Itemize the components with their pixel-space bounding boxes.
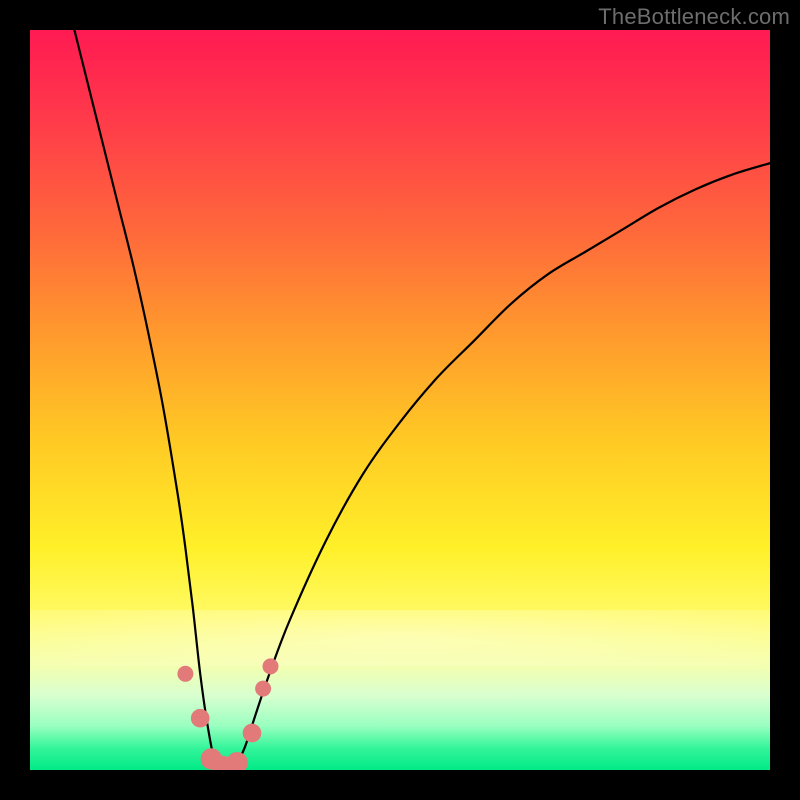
marker-left-lower-dot <box>191 709 210 728</box>
plot-area <box>30 30 770 770</box>
chart-stage: TheBottleneck.com <box>0 0 800 800</box>
marker-left-dot <box>177 666 193 682</box>
bottleneck-curve <box>74 30 770 770</box>
watermark-text: TheBottleneck.com <box>598 4 790 30</box>
marker-right-dot-a <box>255 681 271 697</box>
marker-layer <box>177 658 278 770</box>
marker-trough-right <box>227 752 248 770</box>
marker-right-dot-b <box>263 658 279 674</box>
marker-right-lower-dot <box>243 724 262 743</box>
bottleneck-curve-svg <box>30 30 770 770</box>
